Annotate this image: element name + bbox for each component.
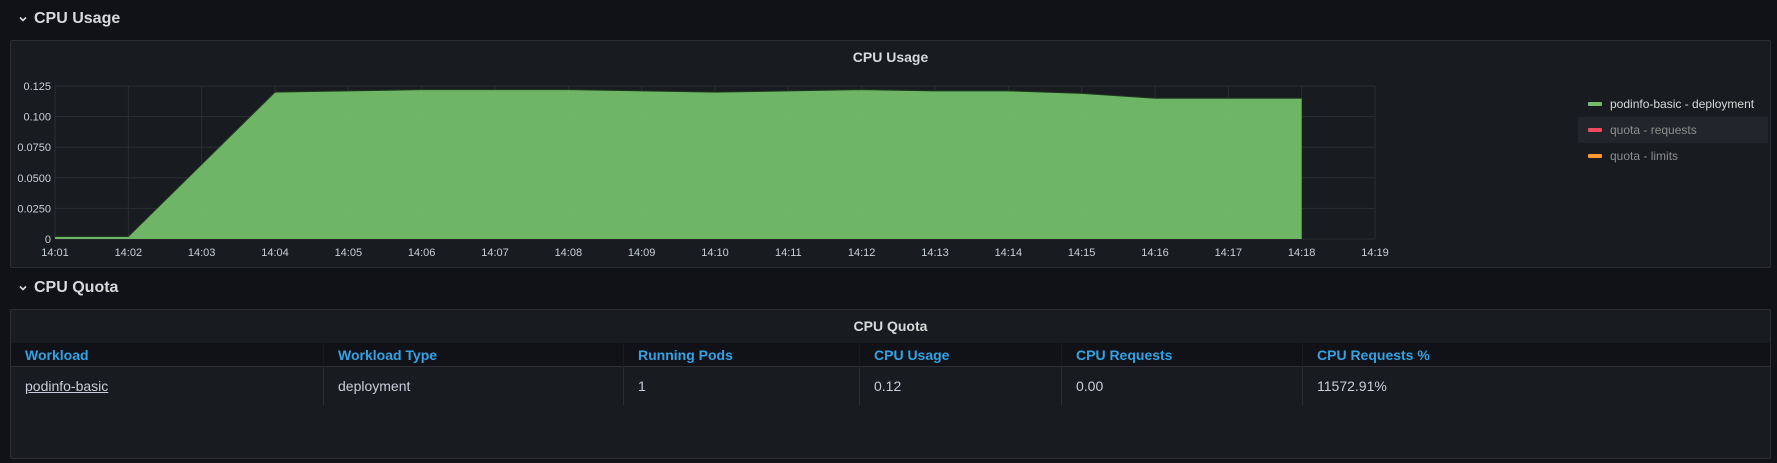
legend-label: podinfo-basic - deployment xyxy=(1610,97,1755,111)
legend-swatch xyxy=(1588,102,1602,106)
legend-item-quota-limits[interactable]: quota - limits xyxy=(1578,143,1768,169)
cpu-usage-panel: CPU Usage 14:01 14:02 14:03 14:04 14:05 14:06… xyxy=(10,40,1771,268)
y-tick-label: 0.0500 xyxy=(17,173,51,185)
column-header-cpu-requests-pct[interactable]: CPU Requests % xyxy=(1302,343,1770,367)
cpu-quota-table: Workload Workload Type Running Pods CPU … xyxy=(11,343,1770,405)
column-header-workload-type[interactable]: Workload Type xyxy=(323,343,624,367)
chevron-down-icon xyxy=(19,285,27,291)
y-tick-label: 0.100 xyxy=(23,112,51,124)
panel-title[interactable]: CPU Quota xyxy=(11,318,1770,334)
series-area xyxy=(55,89,1302,239)
y-tick-label: 0.125 xyxy=(23,81,51,93)
cell-cpu-requests-pct: 11572.91% xyxy=(1302,366,1770,405)
x-tick-label: 14:02 xyxy=(115,247,143,259)
x-tick-label: 14:16 xyxy=(1141,247,1169,259)
x-tick-label: 14:15 xyxy=(1068,247,1096,259)
legend-label: quota - limits xyxy=(1610,149,1679,163)
column-header-cpu-requests[interactable]: CPU Requests xyxy=(1061,343,1303,367)
y-tick-label: 0.0750 xyxy=(17,142,51,154)
x-tick-label: 14:11 xyxy=(775,247,802,259)
legend: podinfo-basic - deployment quota - reque… xyxy=(1578,91,1768,169)
legend-item-quota-requests[interactable]: quota - requests xyxy=(1578,117,1768,143)
row-title: CPU Usage xyxy=(34,10,121,27)
x-tick-label: 14:06 xyxy=(408,247,436,259)
x-tick-label: 14:14 xyxy=(995,247,1023,259)
x-tick-label: 14:17 xyxy=(1215,247,1243,259)
x-tick-label: 14:12 xyxy=(848,247,876,259)
column-header-cpu-usage[interactable]: CPU Usage xyxy=(859,343,1062,367)
x-tick-label: 14:18 xyxy=(1288,247,1316,259)
legend-swatch xyxy=(1588,154,1602,158)
x-tick-label: 14:07 xyxy=(481,247,509,259)
y-tick-label: 0.0250 xyxy=(17,203,51,215)
column-header-workload[interactable]: Workload xyxy=(11,343,324,367)
table-header-row: Workload Workload Type Running Pods CPU … xyxy=(11,343,1770,367)
row-header-cpu-quota[interactable]: CPU Quota xyxy=(18,276,118,300)
workload-link[interactable]: podinfo-basic xyxy=(25,378,108,394)
cell-running-pods: 1 xyxy=(623,366,860,405)
cpu-usage-chart: 14:01 14:02 14:03 14:04 14:05 14:06 14:07 14:08… xyxy=(17,81,1389,259)
y-tick-label: 0 xyxy=(45,234,51,246)
x-tick-label: 14:13 xyxy=(921,247,949,259)
chevron-down-icon xyxy=(19,16,27,22)
legend-swatch xyxy=(1588,128,1602,132)
cell-workload: podinfo-basic xyxy=(11,366,324,405)
column-header-running-pods[interactable]: Running Pods xyxy=(623,343,860,367)
row-title: CPU Quota xyxy=(34,279,119,296)
table-row: podinfo-basic deployment 1 0.12 0.00 115… xyxy=(11,366,1770,405)
cpu-quota-panel: CPU Quota Workload Workload Type Running… xyxy=(10,309,1771,459)
x-tick-label: 14:05 xyxy=(335,247,363,259)
x-tick-label: 14:19 xyxy=(1361,247,1389,259)
x-tick-label: 14:10 xyxy=(701,247,729,259)
cell-workload-type: deployment xyxy=(323,366,624,405)
legend-item-deployment[interactable]: podinfo-basic - deployment xyxy=(1578,91,1768,117)
cell-cpu-usage: 0.12 xyxy=(859,366,1062,405)
row-header-cpu-usage[interactable]: CPU Usage xyxy=(18,7,120,31)
legend-label: quota - requests xyxy=(1610,123,1697,137)
x-tick-label: 14:04 xyxy=(261,247,289,259)
x-tick-label: 14:09 xyxy=(628,247,656,259)
x-tick-label: 14:08 xyxy=(555,247,583,259)
x-tick-label: 14:03 xyxy=(188,247,216,259)
cell-cpu-requests: 0.00 xyxy=(1061,366,1303,405)
x-tick-label: 14:01 xyxy=(41,247,69,259)
